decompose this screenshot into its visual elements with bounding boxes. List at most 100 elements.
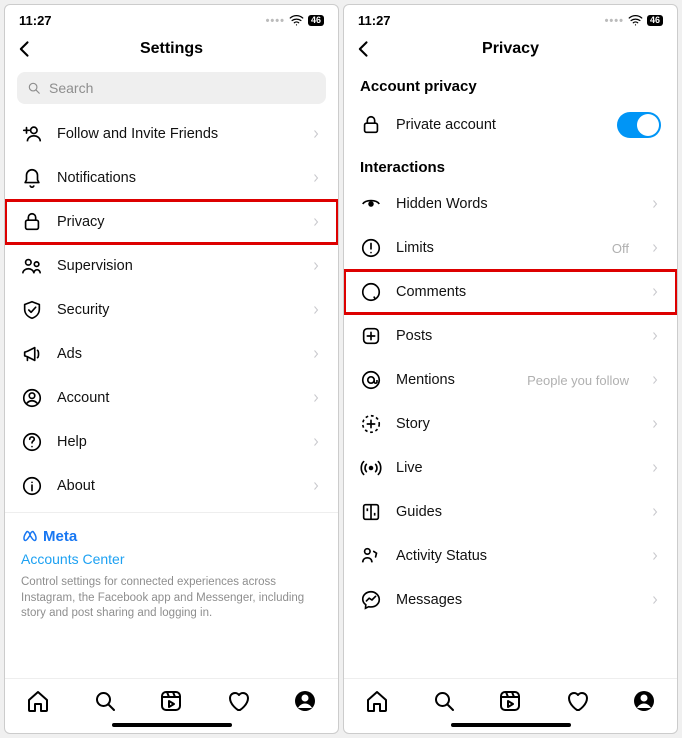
row-supervision[interactable]: Supervision [5,244,338,288]
guides-icon [360,501,382,523]
privacy-screen: 11:27 •••• 46 Privacy Account privacy Pr… [343,4,678,734]
nav-home[interactable] [365,689,389,713]
chevron-right-icon [310,348,322,360]
nav-search[interactable] [432,689,456,713]
bottom-nav [344,678,677,719]
row-account[interactable]: Account [5,376,338,420]
bell-icon [21,167,43,189]
nav-search[interactable] [93,689,117,713]
wifi-icon [628,13,643,28]
row-ads[interactable]: Ads [5,332,338,376]
row-follow-invite[interactable]: Follow and Invite Friends [5,112,338,156]
chevron-right-icon [310,392,322,404]
chevron-right-icon [649,198,661,210]
cellular-dots-icon: •••• [266,15,285,27]
status-time: 11:27 [19,13,52,28]
page-title: Settings [17,40,326,58]
shield-icon [21,299,43,321]
home-indicator [112,723,232,727]
add-user-icon [21,123,43,145]
chevron-right-icon [310,260,322,272]
chevron-right-icon [649,418,661,430]
footer-description: Control settings for connected experienc… [21,575,322,622]
nav-activity[interactable] [226,689,250,713]
row-comments[interactable]: Comments [344,270,677,314]
row-about[interactable]: About [5,464,338,508]
chevron-right-icon [649,374,661,386]
section-account-privacy: Account privacy [344,68,677,101]
comment-icon [360,281,382,303]
alert-circle-icon [360,237,382,259]
home-indicator [451,723,571,727]
nav-reels[interactable] [498,689,522,713]
back-button[interactable] [15,39,35,59]
at-icon [360,369,382,391]
search-placeholder: Search [49,80,93,96]
nav-home[interactable] [26,689,50,713]
row-hidden-words[interactable]: Hidden Words [344,182,677,226]
trail-value: Off [612,241,629,256]
story-icon [360,413,382,435]
trail-value: People you follow [527,373,629,388]
chevron-right-icon [310,480,322,492]
nav-header: Settings [5,32,338,68]
messenger-icon [360,589,382,611]
row-privacy[interactable]: Privacy [5,200,338,244]
chevron-right-icon [649,550,661,562]
back-button[interactable] [354,39,374,59]
chevron-right-icon [649,594,661,606]
plus-square-icon [360,325,382,347]
row-messages[interactable]: Messages [344,578,677,622]
status-bar: 11:27 •••• 46 [5,5,338,32]
live-icon [360,457,382,479]
lock-icon [21,211,43,233]
row-posts[interactable]: Posts [344,314,677,358]
nav-profile[interactable] [293,689,317,713]
lock-icon [360,114,382,136]
activity-icon [360,545,382,567]
chevron-right-icon [310,436,322,448]
row-mentions[interactable]: Mentions People you follow [344,358,677,402]
row-limits[interactable]: Limits Off [344,226,677,270]
search-icon [27,81,41,95]
row-notifications[interactable]: Notifications [5,156,338,200]
row-guides[interactable]: Guides [344,490,677,534]
meta-logo: Meta [21,527,322,545]
nav-header: Privacy [344,32,677,68]
row-live[interactable]: Live [344,446,677,490]
search-input[interactable]: Search [17,72,326,104]
eye-icon [360,193,382,215]
chevron-right-icon [310,128,322,140]
status-time: 11:27 [358,13,391,28]
info-icon [21,475,43,497]
row-security[interactable]: Security [5,288,338,332]
chevron-right-icon [649,506,661,518]
bottom-nav [5,678,338,719]
chevron-right-icon [649,286,661,298]
meta-footer: Meta Accounts Center Control settings fo… [5,512,338,638]
page-title: Privacy [356,40,665,58]
chevron-right-icon [649,330,661,342]
cellular-dots-icon: •••• [605,15,624,27]
battery-icon: 46 [647,15,663,26]
chevron-right-icon [310,304,322,316]
row-story[interactable]: Story [344,402,677,446]
wifi-icon [289,13,304,28]
status-bar: 11:27 •••• 46 [344,5,677,32]
nav-activity[interactable] [565,689,589,713]
chevron-right-icon [310,172,322,184]
help-icon [21,431,43,453]
chevron-right-icon [649,462,661,474]
section-interactions: Interactions [344,149,677,182]
nav-profile[interactable] [632,689,656,713]
chevron-right-icon [649,242,661,254]
people-icon [21,255,43,277]
nav-reels[interactable] [159,689,183,713]
accounts-center-link[interactable]: Accounts Center [21,551,322,567]
megaphone-icon [21,343,43,365]
row-help[interactable]: Help [5,420,338,464]
row-activity-status[interactable]: Activity Status [344,534,677,578]
settings-screen: 11:27 •••• 46 Settings Search Follow and… [4,4,339,734]
private-account-toggle[interactable] [617,112,661,138]
meta-icon [21,527,39,545]
